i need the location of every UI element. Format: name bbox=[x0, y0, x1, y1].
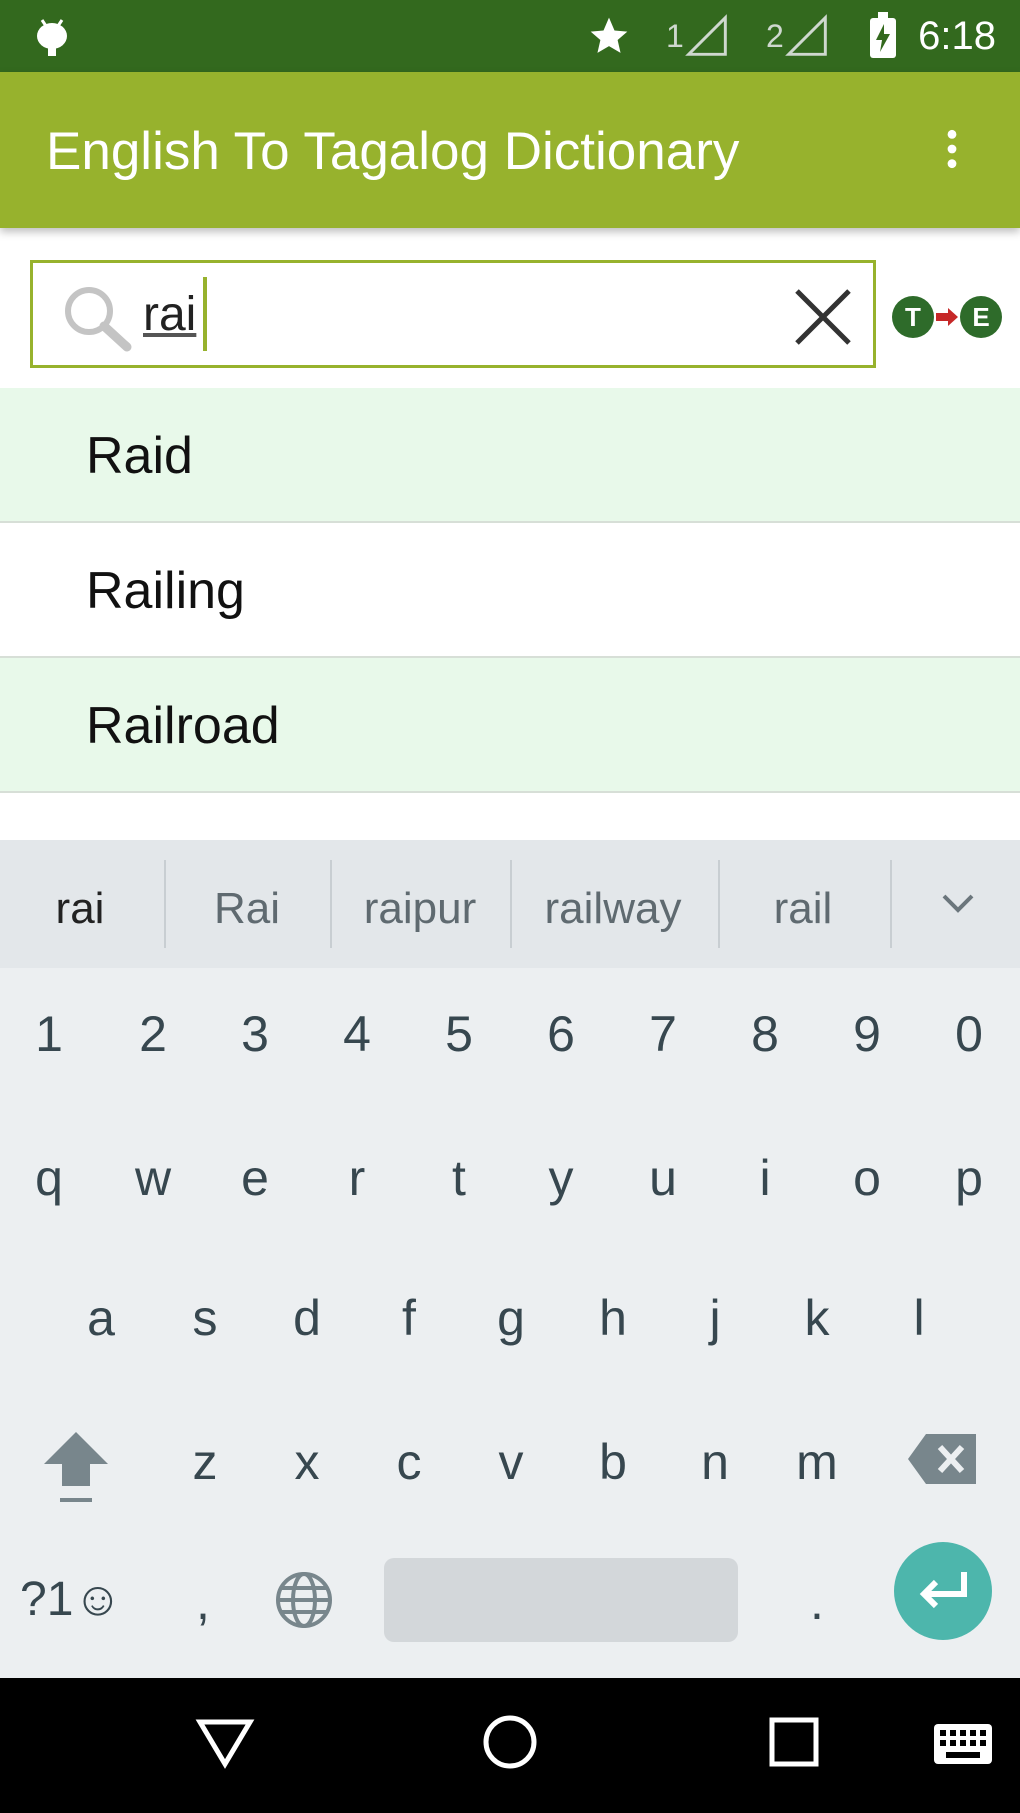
key-3[interactable]: 3 bbox=[220, 1006, 290, 1062]
key-period[interactable]: . bbox=[782, 1574, 852, 1630]
key-1[interactable]: 1 bbox=[14, 1006, 84, 1062]
symbols-key[interactable]: ?1☺ bbox=[20, 1572, 122, 1628]
key-e[interactable]: e bbox=[220, 1150, 290, 1206]
chevron-down-icon[interactable] bbox=[936, 886, 980, 922]
key-q[interactable]: q bbox=[14, 1150, 84, 1206]
suggestion-item[interactable]: Rai bbox=[180, 884, 314, 934]
arrow-right-icon bbox=[936, 308, 958, 326]
key-o[interactable]: o bbox=[832, 1150, 902, 1206]
list-item-label: Railing bbox=[86, 562, 245, 620]
home-icon[interactable] bbox=[480, 1712, 540, 1772]
search-box bbox=[30, 260, 876, 368]
key-w[interactable]: w bbox=[118, 1150, 188, 1206]
key-n[interactable]: n bbox=[680, 1434, 750, 1490]
signal-icon-2 bbox=[785, 14, 827, 56]
recents-icon[interactable] bbox=[768, 1716, 820, 1768]
app-title: English To Tagalog Dictionary bbox=[46, 122, 740, 181]
key-d[interactable]: d bbox=[272, 1290, 342, 1346]
key-i[interactable]: i bbox=[730, 1150, 800, 1206]
key-l[interactable]: l bbox=[884, 1290, 954, 1346]
text-cursor bbox=[203, 277, 207, 351]
key-2[interactable]: 2 bbox=[118, 1006, 188, 1062]
language-toggle-button[interactable]: T E bbox=[892, 296, 1006, 340]
status-time: 6:18 bbox=[918, 14, 996, 58]
suggestion-strip: rai Rai raipur railway rail bbox=[0, 840, 1020, 968]
key-r[interactable]: r bbox=[322, 1150, 392, 1206]
key-6[interactable]: 6 bbox=[526, 1006, 596, 1062]
key-m[interactable]: m bbox=[782, 1434, 852, 1490]
close-icon[interactable] bbox=[791, 285, 855, 349]
key-p[interactable]: p bbox=[934, 1150, 1004, 1206]
key-5[interactable]: 5 bbox=[424, 1006, 494, 1062]
suggestion-item[interactable]: rail bbox=[728, 884, 878, 934]
suggestion-divider bbox=[510, 860, 512, 948]
key-b[interactable]: b bbox=[578, 1434, 648, 1490]
navigation-bar bbox=[0, 1678, 1020, 1813]
overflow-menu-icon[interactable] bbox=[930, 124, 974, 174]
battery-charging-icon bbox=[870, 12, 896, 58]
list-item[interactable]: Raid bbox=[0, 388, 1020, 523]
key-u[interactable]: u bbox=[628, 1150, 698, 1206]
list-item[interactable]: Railroad bbox=[0, 658, 1020, 793]
key-7[interactable]: 7 bbox=[628, 1006, 698, 1062]
key-c[interactable]: c bbox=[374, 1434, 444, 1490]
key-9[interactable]: 9 bbox=[832, 1006, 902, 1062]
suggestion-item[interactable]: raipur bbox=[340, 884, 500, 934]
suggestion-divider bbox=[890, 860, 892, 948]
key-4[interactable]: 4 bbox=[322, 1006, 392, 1062]
key-comma[interactable]: , bbox=[168, 1574, 238, 1630]
key-8[interactable]: 8 bbox=[730, 1006, 800, 1062]
enter-key[interactable] bbox=[894, 1542, 992, 1640]
keyboard-icon[interactable] bbox=[932, 1722, 994, 1766]
key-y[interactable]: y bbox=[526, 1150, 596, 1206]
suggestion-divider bbox=[718, 860, 720, 948]
toggle-left-badge: T bbox=[892, 296, 934, 338]
suggestion-item[interactable]: railway bbox=[520, 884, 706, 934]
suggestion-divider bbox=[164, 860, 166, 948]
key-f[interactable]: f bbox=[374, 1290, 444, 1346]
star-icon bbox=[590, 17, 628, 53]
globe-icon[interactable] bbox=[272, 1568, 336, 1632]
key-j[interactable]: j bbox=[680, 1290, 750, 1346]
signal-icon bbox=[685, 14, 727, 56]
key-g[interactable]: g bbox=[476, 1290, 546, 1346]
key-h[interactable]: h bbox=[578, 1290, 648, 1346]
toggle-right-badge: E bbox=[960, 296, 1002, 338]
key-k[interactable]: k bbox=[782, 1290, 852, 1346]
key-v[interactable]: v bbox=[476, 1434, 546, 1490]
suggestion-divider bbox=[330, 860, 332, 948]
key-x[interactable]: x bbox=[272, 1434, 342, 1490]
sim2-label: 2 bbox=[766, 18, 784, 54]
key-t[interactable]: t bbox=[424, 1150, 494, 1206]
list-item-label: Railroad bbox=[86, 697, 280, 755]
backspace-icon[interactable] bbox=[906, 1430, 980, 1488]
app-toolbar: English To Tagalog Dictionary bbox=[0, 72, 1020, 228]
suggestion-item[interactable]: rai bbox=[20, 884, 140, 934]
shift-icon[interactable] bbox=[38, 1426, 114, 1506]
key-z[interactable]: z bbox=[170, 1434, 240, 1490]
status-bar: 1 2 6:18 bbox=[0, 0, 1020, 72]
key-a[interactable]: a bbox=[66, 1290, 136, 1346]
back-icon[interactable] bbox=[194, 1716, 256, 1770]
enter-icon bbox=[919, 1572, 967, 1609]
android-icon bbox=[37, 19, 67, 56]
spacebar[interactable] bbox=[384, 1558, 738, 1642]
list-item[interactable]: Railing bbox=[0, 523, 1020, 658]
key-0[interactable]: 0 bbox=[934, 1006, 1004, 1062]
key-s[interactable]: s bbox=[170, 1290, 240, 1346]
list-item-label: Raid bbox=[86, 427, 193, 485]
search-icon bbox=[65, 287, 132, 352]
search-input[interactable] bbox=[143, 283, 743, 345]
sim1-label: 1 bbox=[666, 18, 684, 54]
